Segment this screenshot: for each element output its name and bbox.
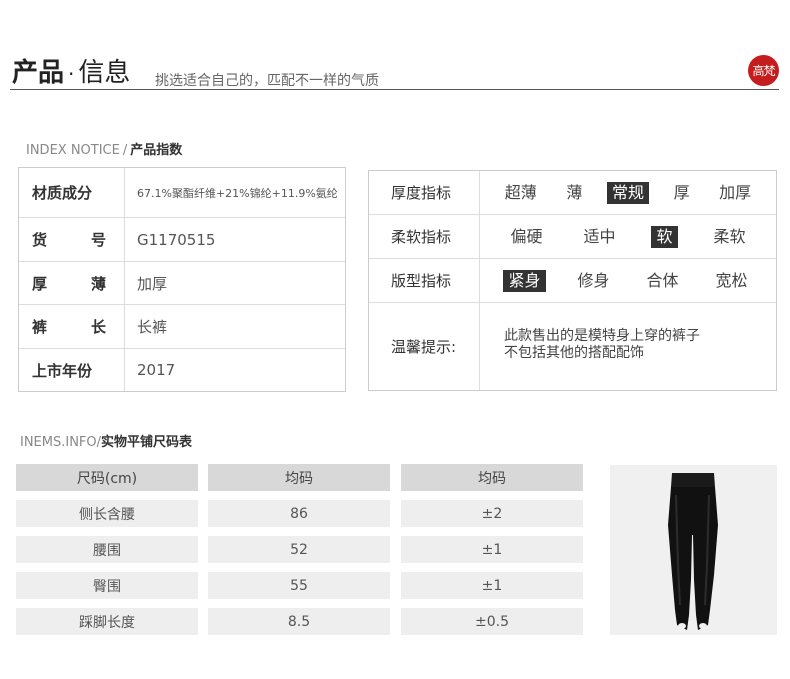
index-notice-zh: 产品指数 bbox=[130, 143, 183, 158]
size-section-en: INEMS.INFO bbox=[20, 435, 97, 450]
index-row-fit: 版型指标 紧身 修身 合体 宽松 bbox=[369, 259, 776, 303]
index-option: 柔软 bbox=[713, 226, 746, 246]
info-key: 材质成分 bbox=[19, 168, 125, 217]
title-dot: · bbox=[68, 62, 75, 86]
table-row: 臀围 55 ±1 bbox=[16, 572, 583, 599]
info-key: 上市年份 bbox=[19, 349, 125, 391]
page-subtitle: 挑选适合自己的，匹配不一样的气质 bbox=[155, 73, 379, 89]
size-cell: ±0.5 bbox=[401, 608, 583, 635]
index-option: 合体 bbox=[646, 270, 679, 290]
info-value: 加厚 bbox=[137, 274, 168, 293]
index-option: 超薄 bbox=[504, 182, 537, 202]
size-cell: 86 bbox=[208, 500, 390, 527]
tip-text: 此款售出的是模特身上穿的裤子 不包括其他的搭配配饰 bbox=[480, 303, 776, 390]
index-option: 宽松 bbox=[715, 270, 748, 290]
size-header-cell: 均码 bbox=[208, 464, 390, 491]
index-label: 温馨提示: bbox=[369, 303, 480, 390]
info-key-b: 号 bbox=[90, 231, 106, 249]
page-title: 产品 · 信息 bbox=[12, 57, 130, 90]
info-row-thickness: 厚薄 加厚 bbox=[19, 262, 345, 305]
info-key: 裤长 bbox=[19, 305, 125, 348]
info-key-b: 长 bbox=[90, 318, 106, 336]
table-row: 踩脚长度 8.5 ±0.5 bbox=[16, 608, 583, 635]
index-notice-heading: INDEX NOTICE / 产品指数 bbox=[26, 139, 182, 158]
info-key-a: 货 bbox=[32, 231, 48, 249]
size-table-header: 尺码(cm) 均码 均码 bbox=[16, 464, 583, 491]
index-row-tip: 温馨提示: 此款售出的是模特身上穿的裤子 不包括其他的搭配配饰 bbox=[369, 303, 776, 390]
info-value: 67.1%聚酯纤维+21%锦纶+11.9%氨纶 bbox=[137, 186, 338, 200]
index-label: 柔软指标 bbox=[369, 215, 480, 258]
info-value: G1170515 bbox=[137, 230, 216, 249]
index-option: 偏硬 bbox=[510, 226, 543, 246]
title-sub: 信息 bbox=[78, 58, 131, 88]
info-row-length: 裤长 长裤 bbox=[19, 305, 345, 349]
index-row-thickness: 厚度指标 超薄 薄 常规 厚 加厚 bbox=[369, 171, 776, 215]
info-row-material: 材质成分 67.1%聚酯纤维+21%锦纶+11.9%氨纶 bbox=[19, 168, 345, 218]
title-main: 产品 bbox=[12, 58, 65, 88]
info-key: 厚薄 bbox=[19, 262, 125, 304]
header-divider bbox=[10, 89, 779, 90]
index-option: 常规 bbox=[606, 181, 649, 204]
index-label: 厚度指标 bbox=[369, 171, 480, 214]
product-image bbox=[610, 465, 777, 635]
index-option: 软 bbox=[651, 225, 678, 248]
product-info-table: 材质成分 67.1%聚酯纤维+21%锦纶+11.9%氨纶 货号 G1170515… bbox=[18, 167, 346, 392]
info-key-a: 厚 bbox=[32, 274, 48, 293]
index-option: 薄 bbox=[566, 182, 583, 202]
info-key-a: 裤 bbox=[32, 318, 48, 336]
size-cell: 8.5 bbox=[208, 608, 390, 635]
table-row: 侧长含腰 86 ±2 bbox=[16, 500, 583, 527]
size-cell: ±1 bbox=[401, 572, 583, 599]
info-value: 2017 bbox=[137, 361, 176, 379]
index-option: 加厚 bbox=[719, 182, 752, 202]
index-label: 版型指标 bbox=[369, 259, 480, 302]
index-row-softness: 柔软指标 偏硬 适中 软 柔软 bbox=[369, 215, 776, 259]
info-row-sku: 货号 G1170515 bbox=[19, 218, 345, 262]
size-cell: 踩脚长度 bbox=[16, 608, 198, 635]
size-cell: 52 bbox=[208, 536, 390, 563]
size-cell: 腰围 bbox=[16, 536, 198, 563]
size-header-cell: 尺码(cm) bbox=[16, 464, 198, 491]
index-option: 适中 bbox=[583, 226, 616, 246]
size-cell: 侧长含腰 bbox=[16, 500, 198, 527]
product-index-table: 厚度指标 超薄 薄 常规 厚 加厚 柔软指标 偏硬 适中 软 柔软 版型指标 紧… bbox=[368, 170, 777, 391]
table-row: 腰围 52 ±1 bbox=[16, 536, 583, 563]
size-cell: ±1 bbox=[401, 536, 583, 563]
index-option: 厚 bbox=[673, 182, 690, 202]
brand-seal-icon: 高梵 bbox=[748, 55, 779, 86]
index-notice-sep: / bbox=[122, 143, 128, 158]
index-option: 紧身 bbox=[503, 269, 546, 292]
info-key-b: 薄 bbox=[90, 274, 106, 293]
tip-line: 不包括其他的搭配配饰 bbox=[504, 345, 644, 361]
size-table: 尺码(cm) 均码 均码 侧长含腰 86 ±2 腰围 52 ±1 臀围 55 ±… bbox=[16, 464, 583, 644]
index-notice-en: INDEX NOTICE bbox=[26, 143, 120, 158]
size-cell: 臀围 bbox=[16, 572, 198, 599]
index-options: 偏硬 适中 软 柔软 bbox=[480, 215, 776, 258]
size-cell: ±2 bbox=[401, 500, 583, 527]
size-section-heading: INEMS.INFO/实物平铺尺码表 bbox=[20, 431, 192, 450]
leggings-icon bbox=[668, 473, 718, 630]
index-option: 修身 bbox=[577, 270, 610, 290]
index-options: 紧身 修身 合体 宽松 bbox=[480, 259, 776, 302]
size-section-zh: 实物平铺尺码表 bbox=[101, 435, 193, 450]
index-options: 超薄 薄 常规 厚 加厚 bbox=[480, 171, 776, 214]
tip-line: 此款售出的是模特身上穿的裤子 bbox=[504, 328, 700, 344]
info-key: 货号 bbox=[19, 218, 125, 261]
size-header-cell: 均码 bbox=[401, 464, 583, 491]
info-row-year: 上市年份 2017 bbox=[19, 349, 345, 391]
size-cell: 55 bbox=[208, 572, 390, 599]
info-value: 长裤 bbox=[137, 318, 168, 336]
